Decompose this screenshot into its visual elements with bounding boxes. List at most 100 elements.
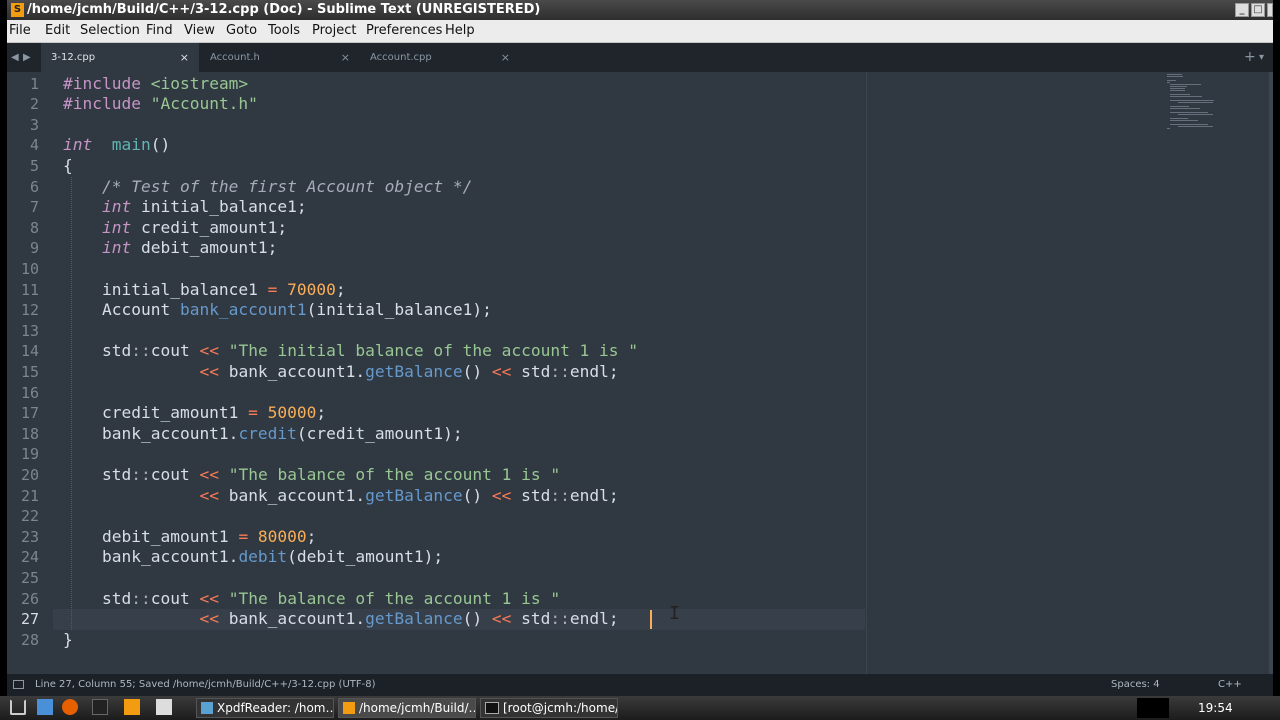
code-line[interactable]: }	[63, 630, 73, 651]
minimap-line	[1167, 128, 1170, 129]
code-editor[interactable]: 1 2 3 4 5 6 7 8 9 10 11 12 13 14 15 16 17 18 19 20 21 22 23 24 2…	[7, 72, 1273, 674]
code-line[interactable]: /* Test of the first Account object */	[63, 177, 472, 198]
menu-tools[interactable]: Tools	[268, 23, 300, 38]
code-line[interactable]: debit_amount1 = 80000;	[63, 527, 316, 548]
minimap-line	[1178, 102, 1213, 103]
code-line[interactable]: std::cout << "The balance of the account…	[63, 465, 560, 486]
line-number: 27	[20, 610, 39, 629]
sublime-launcher-icon[interactable]	[124, 699, 140, 715]
tab-list-icon[interactable]: ▾	[1259, 43, 1264, 72]
code-token: endl;	[569, 485, 619, 505]
code-line[interactable]: << bank_account1.getBalance() << std::en…	[63, 485, 619, 507]
system-tray[interactable]	[1137, 698, 1169, 718]
sublime-icon	[343, 702, 355, 714]
menu-preferences[interactable]: Preferences	[366, 23, 442, 38]
line-number: 17	[20, 404, 39, 423]
minimap-line	[1170, 84, 1201, 85]
code-token: <<	[199, 485, 219, 505]
menu-view[interactable]: View	[184, 23, 215, 38]
code-token: /* Test of the first Account object */	[101, 176, 473, 196]
code-token: std	[511, 485, 551, 505]
code-token: int	[101, 197, 132, 217]
code-line[interactable]: << bank_account1.getBalance() << std::en…	[63, 609, 618, 630]
menu-project[interactable]: Project	[312, 23, 356, 38]
code-line[interactable]: int initial_balance1;	[63, 197, 307, 218]
code-line[interactable]: int main()	[63, 135, 170, 156]
code-line[interactable]: #include "Account.h"	[63, 94, 258, 115]
code-token: (credit_amount1);	[296, 423, 463, 443]
code-token: 70000	[277, 279, 336, 299]
menu-help[interactable]: Help	[445, 23, 475, 38]
code-token: getBalance	[365, 361, 463, 381]
code-line[interactable]: std::cout << "The balance of the account…	[63, 589, 560, 610]
tab-close-icon[interactable]: ×	[180, 43, 189, 72]
code-token: ;	[335, 279, 346, 299]
code-line[interactable]: int credit_amount1;	[63, 218, 287, 239]
code-token: <<	[491, 361, 512, 381]
launcher-icon[interactable]	[10, 699, 26, 715]
code-token: "The balance of the account 1 is "	[218, 588, 561, 608]
show-desktop-icon[interactable]	[37, 699, 53, 715]
line-number: 1	[29, 74, 39, 93]
syntax-status[interactable]: C++	[1218, 674, 1242, 696]
code-token: <<	[491, 609, 512, 629]
tab-close-icon[interactable]: ×	[341, 43, 350, 72]
minimap[interactable]	[1167, 74, 1237, 134]
line-number: 24	[20, 548, 39, 567]
code-token: <<	[199, 341, 219, 361]
code-token: ::	[550, 361, 570, 381]
menu-file[interactable]: File	[9, 23, 31, 38]
code-line[interactable]: bank_account1.credit(credit_amount1);	[63, 424, 463, 445]
taskbar-terminal[interactable]: [root@jcmh:/home/…	[480, 698, 618, 718]
menu-find[interactable]: Find	[146, 23, 173, 38]
line-number: 10	[20, 259, 39, 278]
code-token: std	[511, 609, 551, 629]
code-token: <<	[199, 609, 219, 629]
maximize-icon[interactable]: □	[1251, 3, 1265, 17]
menu-goto[interactable]: Goto	[226, 23, 257, 38]
indentation-status[interactable]: Spaces: 4	[1111, 674, 1160, 696]
code-token: =	[267, 279, 278, 299]
terminal-launcher-icon[interactable]	[92, 699, 108, 715]
menu-selection[interactable]: Selection	[80, 23, 140, 38]
tab-account-h[interactable]: Account.h ×	[200, 43, 360, 72]
taskbar-xpdf[interactable]: XpdfReader: /hom…	[196, 698, 334, 718]
code-token: ;	[306, 526, 317, 546]
code-line[interactable]: initial_balance1 = 70000;	[63, 280, 346, 301]
menu-edit[interactable]: Edit	[45, 23, 70, 38]
code-line[interactable]: {	[63, 156, 73, 177]
code-line[interactable]: << bank_account1.getBalance() << std::en…	[63, 361, 618, 383]
code-token: bank_account1	[179, 300, 307, 320]
mouse-ibeam-icon: I	[669, 602, 680, 624]
minimize-icon[interactable]: _	[1235, 3, 1249, 17]
vertical-scrollbar[interactable]	[1269, 72, 1273, 674]
tab-close-icon[interactable]: ×	[501, 43, 510, 72]
firefox-icon[interactable]	[62, 699, 78, 715]
code-line[interactable]: Account bank_account1(initial_balance1);	[63, 300, 492, 321]
tab-next-icon[interactable]: ▶	[23, 43, 31, 72]
code-token: getBalance	[365, 609, 463, 629]
tab-3-12-cpp[interactable]: 3-12.cpp ×	[41, 43, 199, 72]
code-token: }	[63, 629, 73, 649]
code-token: #include	[63, 73, 151, 93]
minimap-line	[1170, 118, 1188, 119]
code-token: {	[63, 155, 73, 175]
new-tab-icon[interactable]: +	[1244, 43, 1256, 72]
title-bar[interactable]: S /home/jcmh/Build/C++/3-12.cpp (Doc) - …	[7, 0, 1273, 20]
close-icon[interactable]	[1267, 3, 1273, 17]
taskbar-sublime[interactable]: /home/jcmh/Build/…	[338, 698, 476, 718]
tab-account-cpp[interactable]: Account.cpp ×	[360, 43, 520, 72]
code-line[interactable]: credit_amount1 = 50000;	[63, 403, 326, 424]
panel-toggle-icon[interactable]	[13, 680, 24, 689]
code-line[interactable]: std::cout << "The initial balance of the…	[63, 341, 638, 362]
minimap-line	[1167, 74, 1183, 75]
line-number: 6	[29, 177, 39, 196]
minimap-line	[1167, 76, 1183, 77]
code-token: "The balance of the account 1 is "	[218, 464, 561, 484]
tab-prev-icon[interactable]: ◀	[11, 43, 19, 72]
code-line[interactable]: #include <iostream>	[63, 74, 248, 95]
code-line[interactable]: bank_account1.debit(debit_amount1);	[63, 547, 443, 568]
code-line[interactable]: int debit_amount1;	[63, 238, 277, 259]
files-icon[interactable]	[156, 699, 172, 715]
